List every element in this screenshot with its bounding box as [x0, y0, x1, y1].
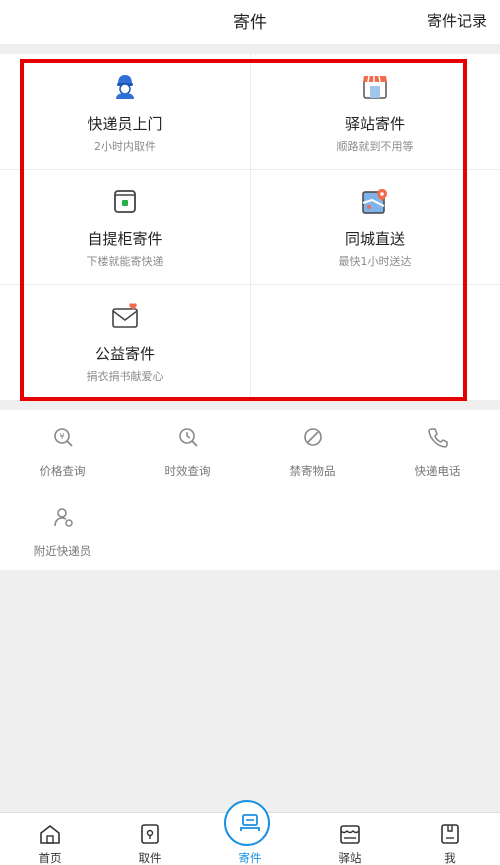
person-pin-icon — [53, 508, 73, 527]
pickup-icon — [141, 824, 159, 844]
tool-label: 禁寄物品 — [289, 464, 336, 478]
price-search-icon: ¥ — [53, 428, 73, 447]
service-name: 自提柜寄件 — [87, 230, 163, 248]
heart-envelope-icon — [112, 303, 138, 328]
tab-label: 我 — [444, 851, 456, 865]
tab-station[interactable]: 驿站 — [300, 813, 400, 865]
top-bar: 寄件 寄件记录 — [0, 0, 500, 44]
bottom-tab-bar: 首页 取件 寄件 驿站 我 — [0, 800, 500, 865]
home-icon — [40, 824, 60, 844]
service-name: 同城直送 — [344, 230, 405, 248]
phone-icon — [427, 428, 448, 448]
map-pin-icon — [362, 189, 387, 214]
courier-icon — [116, 75, 134, 99]
tool-label: 附近快递员 — [33, 544, 92, 558]
send-record-link[interactable]: 寄件记录 — [427, 10, 487, 31]
service-desc: 下楼就能寄快递 — [86, 255, 164, 268]
svg-text:¥: ¥ — [59, 432, 64, 441]
service-locker-send[interactable]: 自提柜寄件 下楼就能寄快递 — [0, 169, 250, 284]
tab-send[interactable]: 寄件 — [200, 813, 300, 865]
tab-label: 驿站 — [338, 851, 362, 865]
tab-label: 寄件 — [238, 851, 262, 865]
tab-home[interactable]: 首页 — [0, 813, 100, 865]
tool-label: 快递电话 — [414, 464, 461, 478]
time-search-icon — [178, 428, 198, 447]
station-tab-icon — [340, 825, 360, 844]
tool-prohibited-items[interactable]: 禁寄物品 — [250, 410, 375, 490]
service-desc: 捐衣捐书献爱心 — [86, 370, 164, 383]
station-icon — [363, 75, 387, 99]
send-service-grid: 快递员上门 2小时内取件 驿站寄件 顺路就到不用等 自提柜寄件 下楼就能寄快递 — [0, 54, 500, 400]
service-desc: 顺路就到不用等 — [336, 140, 414, 153]
tab-label: 首页 — [38, 851, 62, 865]
service-name: 驿站寄件 — [344, 115, 405, 133]
service-courier-pickup[interactable]: 快递员上门 2小时内取件 — [0, 54, 250, 169]
tool-label: 价格查询 — [39, 464, 86, 478]
tool-price-query[interactable]: ¥ 价格查询 — [0, 410, 125, 490]
service-name: 公益寄件 — [94, 345, 155, 363]
service-name: 快递员上门 — [87, 115, 163, 133]
tool-time-query[interactable]: 时效查询 — [125, 410, 250, 490]
page-title: 寄件 — [233, 13, 267, 33]
tab-label: 取件 — [138, 851, 162, 865]
service-desc: 最快1小时送达 — [338, 255, 412, 268]
me-icon — [441, 824, 459, 844]
prohibited-icon — [303, 428, 322, 446]
tab-pickup[interactable]: 取件 — [100, 813, 200, 865]
tool-courier-phone[interactable]: 快递电话 — [375, 410, 500, 490]
service-desc: 2小时内取件 — [94, 140, 156, 153]
tool-label: 时效查询 — [164, 464, 211, 478]
tab-me[interactable]: 我 — [400, 813, 500, 865]
send-icon — [240, 814, 260, 831]
service-same-city[interactable]: 同城直送 最快1小时送达 — [250, 169, 500, 284]
locker-icon — [114, 190, 136, 213]
service-station-send[interactable]: 驿站寄件 顺路就到不用等 — [250, 54, 500, 169]
tools-panel: ¥ 价格查询 时效查询 禁寄物品 快递电话 附近快递员 — [0, 410, 500, 570]
service-charity-send[interactable]: 公益寄件 捐衣捐书献爱心 — [0, 284, 250, 399]
tool-nearby-courier[interactable]: 附近快递员 — [0, 490, 125, 570]
